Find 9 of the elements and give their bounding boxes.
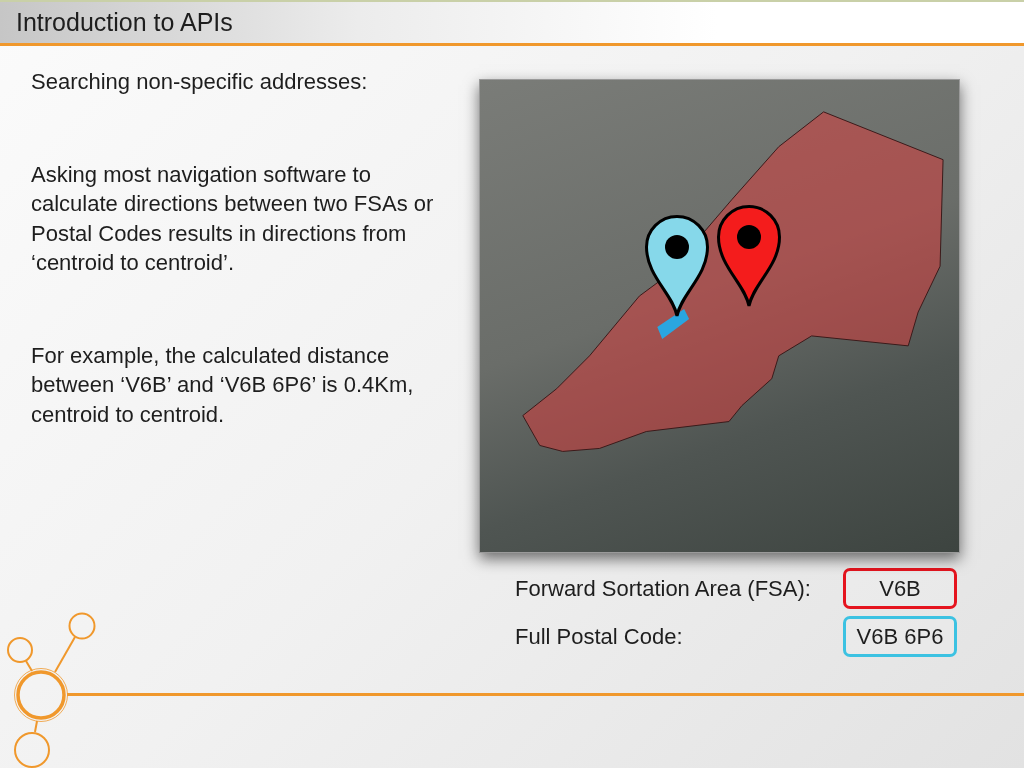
postal-code-tag: V6B 6P6: [843, 616, 957, 657]
body-paragraph: Asking most navigation software to calculate directions between two FSAs or Postal Codes results in directions from ‘centroid to centroid’.: [31, 160, 435, 277]
postal-code-tag: V6B: [843, 568, 957, 609]
code-label: Forward Sortation Area (FSA):: [515, 575, 812, 602]
postal-code-area-marker: [657, 309, 690, 339]
body-paragraph: For example, the calculated distance between ‘V6B’ and ‘V6B 6P6’ is 0.4Km, centroid to centroid.: [31, 341, 415, 429]
body-heading: Searching non-specific addresses:: [31, 68, 369, 96]
slide-title: Introduction to APIs: [16, 8, 233, 37]
code-label: Full Postal Code:: [515, 623, 684, 650]
